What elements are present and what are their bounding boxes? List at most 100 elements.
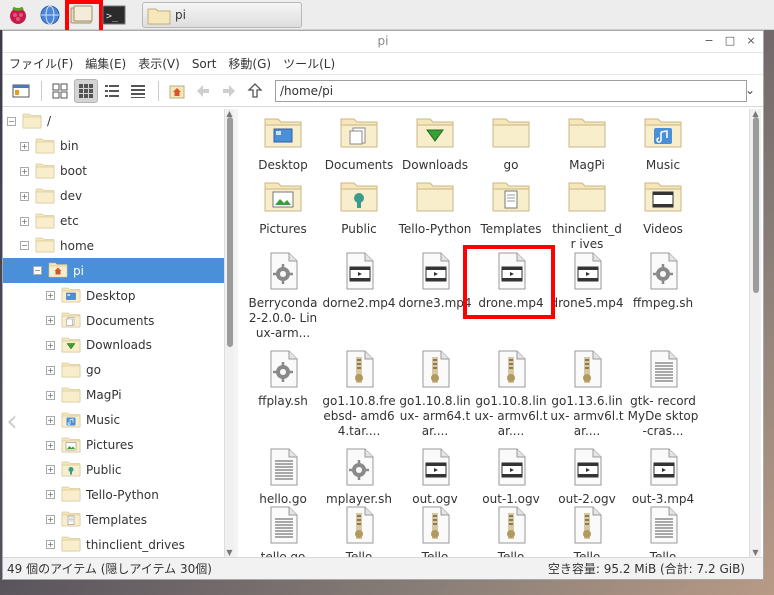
file-item[interactable]: go1.10.8.fre ebsd- amd64.tar.... [322, 349, 396, 439]
file-item[interactable]: Pictures [246, 177, 320, 237]
file-item[interactable]: Public [322, 177, 396, 237]
file-item[interactable]: hello.go [246, 447, 320, 507]
collapse-icon[interactable]: − [7, 116, 16, 126]
terminal-button[interactable]: >_ [100, 2, 128, 28]
collapse-icon[interactable]: − [33, 266, 42, 276]
menu-go[interactable]: 移動(G) [228, 55, 271, 72]
menu-view[interactable]: 表示(V) [138, 55, 180, 72]
maximize-button[interactable]: □ [724, 34, 736, 47]
path-dropdown-chevron-icon[interactable]: ⌄ [745, 83, 755, 97]
tree-item-templates[interactable]: + Templates [3, 507, 224, 532]
expand-icon[interactable]: + [46, 465, 55, 475]
tree-scroll-thumb[interactable] [227, 117, 233, 347]
expand-icon[interactable]: + [46, 291, 55, 301]
tree-item-boot[interactable]: + boot [3, 159, 224, 184]
menu-tools[interactable]: ツール(L) [283, 55, 335, 72]
tree-item-bin[interactable]: + bin [3, 134, 224, 159]
back-button[interactable] [191, 79, 215, 103]
file-item[interactable]: drone.mp4 [474, 251, 548, 311]
file-item[interactable]: drone5.mp4 [550, 251, 624, 311]
file-item[interactable]: go1.10.8.lin ux- arm64.tar.... [398, 349, 472, 439]
file-item[interactable]: out.ogv [398, 447, 472, 507]
expand-icon[interactable]: + [46, 490, 55, 500]
file-manager-button[interactable] [65, 0, 103, 34]
file-item[interactable]: ffplay.sh [246, 349, 320, 409]
expand-icon[interactable]: + [46, 340, 55, 350]
tree-item-public[interactable]: + Public [3, 457, 224, 482]
file-item[interactable]: go [474, 113, 548, 173]
tree-item-home[interactable]: − home [3, 233, 224, 258]
expand-icon[interactable]: + [46, 365, 55, 375]
tree-item-dev[interactable]: + dev [3, 184, 224, 209]
scroll-down-icon[interactable]: ▼ [750, 548, 761, 557]
raspberry-menu-button[interactable] [4, 2, 32, 28]
file-item[interactable]: out-1.ogv [474, 447, 548, 507]
expand-icon[interactable]: + [46, 540, 55, 550]
file-item[interactable]: Desktop [246, 113, 320, 173]
tree-item-documents[interactable]: + Documents [3, 308, 224, 333]
tree-item-music[interactable]: + Music [3, 408, 224, 433]
tree-item-downloads[interactable]: + Downloads [3, 333, 224, 358]
file-item[interactable]: Downloads [398, 113, 472, 173]
home-button[interactable] [165, 79, 189, 103]
menu-file[interactable]: ファイル(F) [9, 55, 73, 72]
file-item[interactable]: ffmpeg.sh [626, 251, 700, 311]
up-button[interactable] [243, 79, 267, 103]
menu-edit[interactable]: 編集(E) [85, 55, 126, 72]
view-list-button[interactable] [126, 79, 150, 103]
view-thumbnails-button[interactable] [74, 78, 98, 103]
new-window-button[interactable] [9, 79, 33, 103]
expand-icon[interactable]: + [46, 440, 55, 450]
collapse-icon[interactable]: − [20, 241, 29, 251]
file-item[interactable]: Tello [626, 505, 700, 557]
file-item[interactable]: gtk- recordMyDe sktop-cras... [626, 349, 700, 439]
file-item[interactable]: Tello [398, 505, 472, 557]
view-compact-button[interactable] [100, 79, 124, 103]
file-item[interactable]: out-3.mp4 [626, 447, 700, 507]
file-item[interactable]: Tello [322, 505, 396, 557]
file-item[interactable]: go1.13.6.lin ux- armv6l.tar.... [550, 349, 624, 439]
path-input[interactable] [275, 79, 747, 102]
tree-item-desktop[interactable]: + Desktop [3, 283, 224, 308]
file-item[interactable]: Tello-Python [398, 177, 472, 237]
tree-item-root[interactable]: − / [3, 109, 224, 134]
tree-item-magpi[interactable]: + MagPi [3, 383, 224, 408]
web-browser-button[interactable] [36, 2, 64, 28]
file-item[interactable]: Documents [322, 113, 396, 173]
expand-icon[interactable]: + [20, 166, 29, 176]
expand-icon[interactable]: + [46, 316, 55, 326]
tree-item-tello-python[interactable]: + Tello-Python [3, 482, 224, 507]
file-item[interactable]: dorne2.mp4 [322, 251, 396, 311]
tree-item-pictures[interactable]: + Pictures [3, 433, 224, 458]
expand-icon[interactable]: + [20, 141, 29, 151]
tree-item-go[interactable]: + go [3, 358, 224, 383]
expand-icon[interactable]: + [20, 216, 29, 226]
file-item[interactable]: Music [626, 113, 700, 173]
forward-button[interactable] [217, 79, 241, 103]
file-item[interactable]: MagPi [550, 113, 624, 173]
expand-icon[interactable]: + [46, 515, 55, 525]
tree-item-thinclient-drives[interactable]: + thinclient_drives [3, 532, 224, 557]
grid-scroll-thumb[interactable] [753, 117, 759, 293]
close-button[interactable]: × [745, 34, 757, 47]
grid-scrollbar[interactable]: ▲ ▼ [749, 109, 761, 557]
task-file-manager[interactable]: pi [142, 1, 302, 28]
tree-scrollbar[interactable]: ▲ ▼ [224, 109, 234, 557]
tree-item-etc[interactable]: + etc [3, 209, 224, 234]
file-item[interactable]: dorne3.mp4 [398, 251, 472, 311]
file-item[interactable]: Berryconda 2-2.0.0- Linux-arm... [246, 251, 320, 341]
file-item[interactable]: Templates [474, 177, 548, 237]
file-item[interactable]: Tello [550, 505, 624, 557]
tree-item-pi[interactable]: − pi [3, 258, 224, 284]
menu-sort[interactable]: Sort [192, 57, 217, 71]
file-item[interactable]: go1.10.8.lin ux- armv6l.tar.... [474, 349, 548, 439]
view-icons-button[interactable] [48, 79, 72, 103]
expand-icon[interactable]: + [46, 390, 55, 400]
file-item[interactable]: tello.go [246, 505, 320, 557]
file-item[interactable]: Tello [474, 505, 548, 557]
expand-icon[interactable]: + [46, 415, 55, 425]
file-item[interactable]: Videos [626, 177, 700, 237]
scroll-down-icon[interactable]: ▼ [225, 548, 234, 557]
file-item[interactable]: out-2.ogv [550, 447, 624, 507]
minimize-button[interactable]: − [703, 34, 715, 47]
